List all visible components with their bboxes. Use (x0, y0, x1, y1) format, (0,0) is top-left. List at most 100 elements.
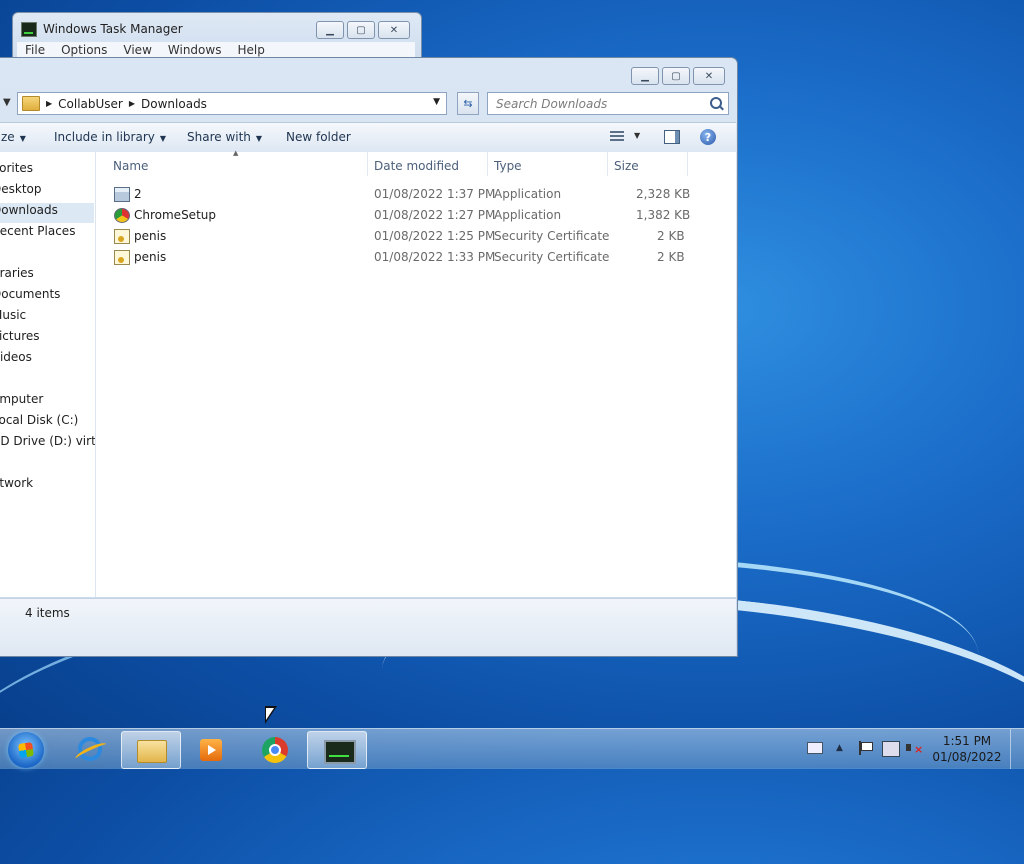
share-with-button[interactable]: Share with ▼ (187, 130, 262, 144)
menu-windows[interactable]: Windows (160, 42, 230, 58)
recent-pages-dropdown-icon[interactable]: ▼ (3, 97, 11, 108)
file-name: 2 (134, 187, 142, 201)
refresh-icon: ⇆ (463, 97, 473, 110)
show-desktop-button[interactable] (1010, 729, 1024, 769)
help-icon[interactable]: ? (700, 129, 716, 145)
nav-computer[interactable]: omputer (0, 392, 43, 406)
taskbar-media-player[interactable] (182, 731, 240, 767)
table-row[interactable]: penis 01/08/2022 1:33 PM Security Certif… (96, 247, 696, 268)
breadcrumb-arrow-icon[interactable]: ▶ (129, 99, 135, 108)
nav-network[interactable]: etwork (0, 476, 33, 490)
table-row[interactable]: 2 01/08/2022 1:37 PM Application 2,328 K… (96, 184, 696, 205)
show-hidden-icons-icon[interactable]: ▲ (836, 743, 843, 753)
file-type: Security Certificate (494, 250, 610, 264)
taskbar-chrome[interactable] (245, 731, 303, 767)
address-bar[interactable]: ▶ CollabUser ▶ Downloads ▼ (17, 92, 447, 115)
file-size: 2 KB (657, 250, 685, 264)
file-date: 01/08/2022 1:37 PM (374, 187, 496, 201)
chevron-down-icon: ▼ (159, 134, 167, 143)
breadcrumb-arrow-icon[interactable]: ▶ (46, 99, 52, 108)
table-row[interactable]: penis 01/08/2022 1:25 PM Security Certif… (96, 226, 696, 247)
file-date: 01/08/2022 1:27 PM (374, 208, 496, 222)
column-header-size[interactable]: Size (614, 159, 639, 173)
column-divider[interactable] (687, 152, 688, 176)
volume-muted-icon[interactable] (906, 741, 923, 756)
file-type: Application (494, 187, 562, 201)
preview-pane-icon[interactable] (664, 130, 680, 144)
minimize-button[interactable]: ▁ (316, 21, 344, 39)
breadcrumb-collabuser[interactable]: CollabUser (58, 97, 123, 111)
menu-options[interactable]: Options (53, 42, 115, 58)
nav-favorites[interactable]: vorites (0, 161, 33, 175)
folder-icon (22, 96, 40, 111)
nav-documents[interactable]: Documents (0, 287, 60, 301)
nav-libraries[interactable]: braries (0, 266, 34, 280)
task-manager-caption-buttons: ▁ ▢ ✕ (316, 21, 410, 39)
application-icon (114, 187, 130, 202)
file-date: 01/08/2022 1:33 PM (374, 250, 496, 264)
nav-recent-places[interactable]: Recent Places (0, 224, 75, 238)
maximize-button[interactable]: ▢ (347, 21, 375, 39)
close-button[interactable]: ✕ (378, 21, 410, 39)
network-icon[interactable] (882, 741, 900, 757)
taskbar-task-manager[interactable] (307, 731, 367, 769)
menu-help[interactable]: Help (229, 42, 272, 58)
include-in-library-button[interactable]: Include in library ▼ (54, 130, 166, 144)
minimize-button[interactable]: ▁ (631, 67, 659, 85)
file-name: ChromeSetup (134, 208, 216, 222)
column-header-name[interactable]: Name (113, 159, 148, 173)
task-manager-title: Windows Task Manager (43, 22, 183, 36)
nav-cd-drive[interactable]: CD Drive (D:) virtio-w (0, 434, 95, 448)
file-size: 2 KB (657, 229, 685, 243)
nav-music[interactable]: Music (0, 308, 26, 322)
item-count: 4 items (25, 606, 70, 620)
column-divider[interactable] (367, 152, 368, 176)
search-icon[interactable] (710, 97, 722, 109)
task-manager-menubar: File Options View Windows Help (17, 42, 415, 58)
organize-button[interactable]: ze ▼ (1, 130, 26, 144)
refresh-button[interactable]: ⇆ (457, 92, 479, 115)
action-center-flag-icon[interactable] (858, 741, 873, 755)
column-header-date-modified[interactable]: Date modified (374, 159, 459, 173)
chevron-down-icon: ▼ (19, 134, 26, 143)
maximize-button[interactable]: ▢ (662, 67, 690, 85)
system-clock[interactable]: 1:51 PM 01/08/2022 (932, 733, 1002, 765)
clock-time: 1:51 PM (942, 734, 992, 748)
keyboard-icon[interactable] (807, 742, 823, 754)
menu-view[interactable]: View (115, 42, 159, 58)
share-label: Share with (187, 130, 251, 144)
close-button[interactable]: ✕ (693, 67, 725, 85)
nav-desktop[interactable]: Desktop (0, 182, 42, 196)
breadcrumb-downloads[interactable]: Downloads (141, 97, 207, 111)
details-pane: 4 items (0, 598, 736, 656)
nav-pictures[interactable]: Pictures (0, 329, 40, 343)
nav-downloads[interactable]: Downloads (0, 203, 94, 223)
menu-file[interactable]: File (17, 42, 53, 58)
column-divider[interactable] (487, 152, 488, 176)
column-divider[interactable] (607, 152, 608, 176)
nav-local-disk[interactable]: Local Disk (C:) (0, 413, 78, 427)
nav-videos[interactable]: Videos (0, 350, 32, 364)
taskbar-internet-explorer[interactable] (60, 731, 118, 767)
search-box[interactable] (487, 92, 729, 115)
file-name: penis (134, 250, 167, 264)
media-player-icon (200, 739, 222, 761)
search-input[interactable] (494, 95, 703, 112)
table-row[interactable]: ChromeSetup 01/08/2022 1:27 PM Applicati… (96, 205, 696, 226)
task-manager-titlebar[interactable]: Windows Task Manager (21, 20, 183, 38)
change-view-icon[interactable] (610, 131, 624, 143)
chrome-icon (262, 737, 288, 763)
start-button[interactable] (8, 732, 44, 768)
column-header-type[interactable]: Type (494, 159, 522, 173)
navigation-pane: vorites Desktop Downloads Recent Places … (0, 152, 96, 597)
explorer-window[interactable]: ▁ ▢ ✕ ▼ ▶ CollabUser ▶ Downloads ▼ ⇆ ze ▼… (0, 57, 738, 657)
file-list: ▲ Name Date modified Type Size 2 01/08/2… (96, 149, 736, 597)
address-dropdown-icon[interactable]: ▼ (433, 97, 440, 107)
clock-date: 01/08/2022 (932, 750, 1002, 764)
certificate-icon (114, 250, 130, 265)
view-options-dropdown-icon[interactable]: ▼ (634, 131, 640, 140)
new-folder-button[interactable]: New folder (286, 130, 351, 144)
command-bar: ze ▼ Include in library ▼ Share with ▼ New … (0, 122, 736, 153)
task-manager-icon (324, 740, 356, 764)
taskbar-windows-explorer[interactable] (121, 731, 181, 769)
